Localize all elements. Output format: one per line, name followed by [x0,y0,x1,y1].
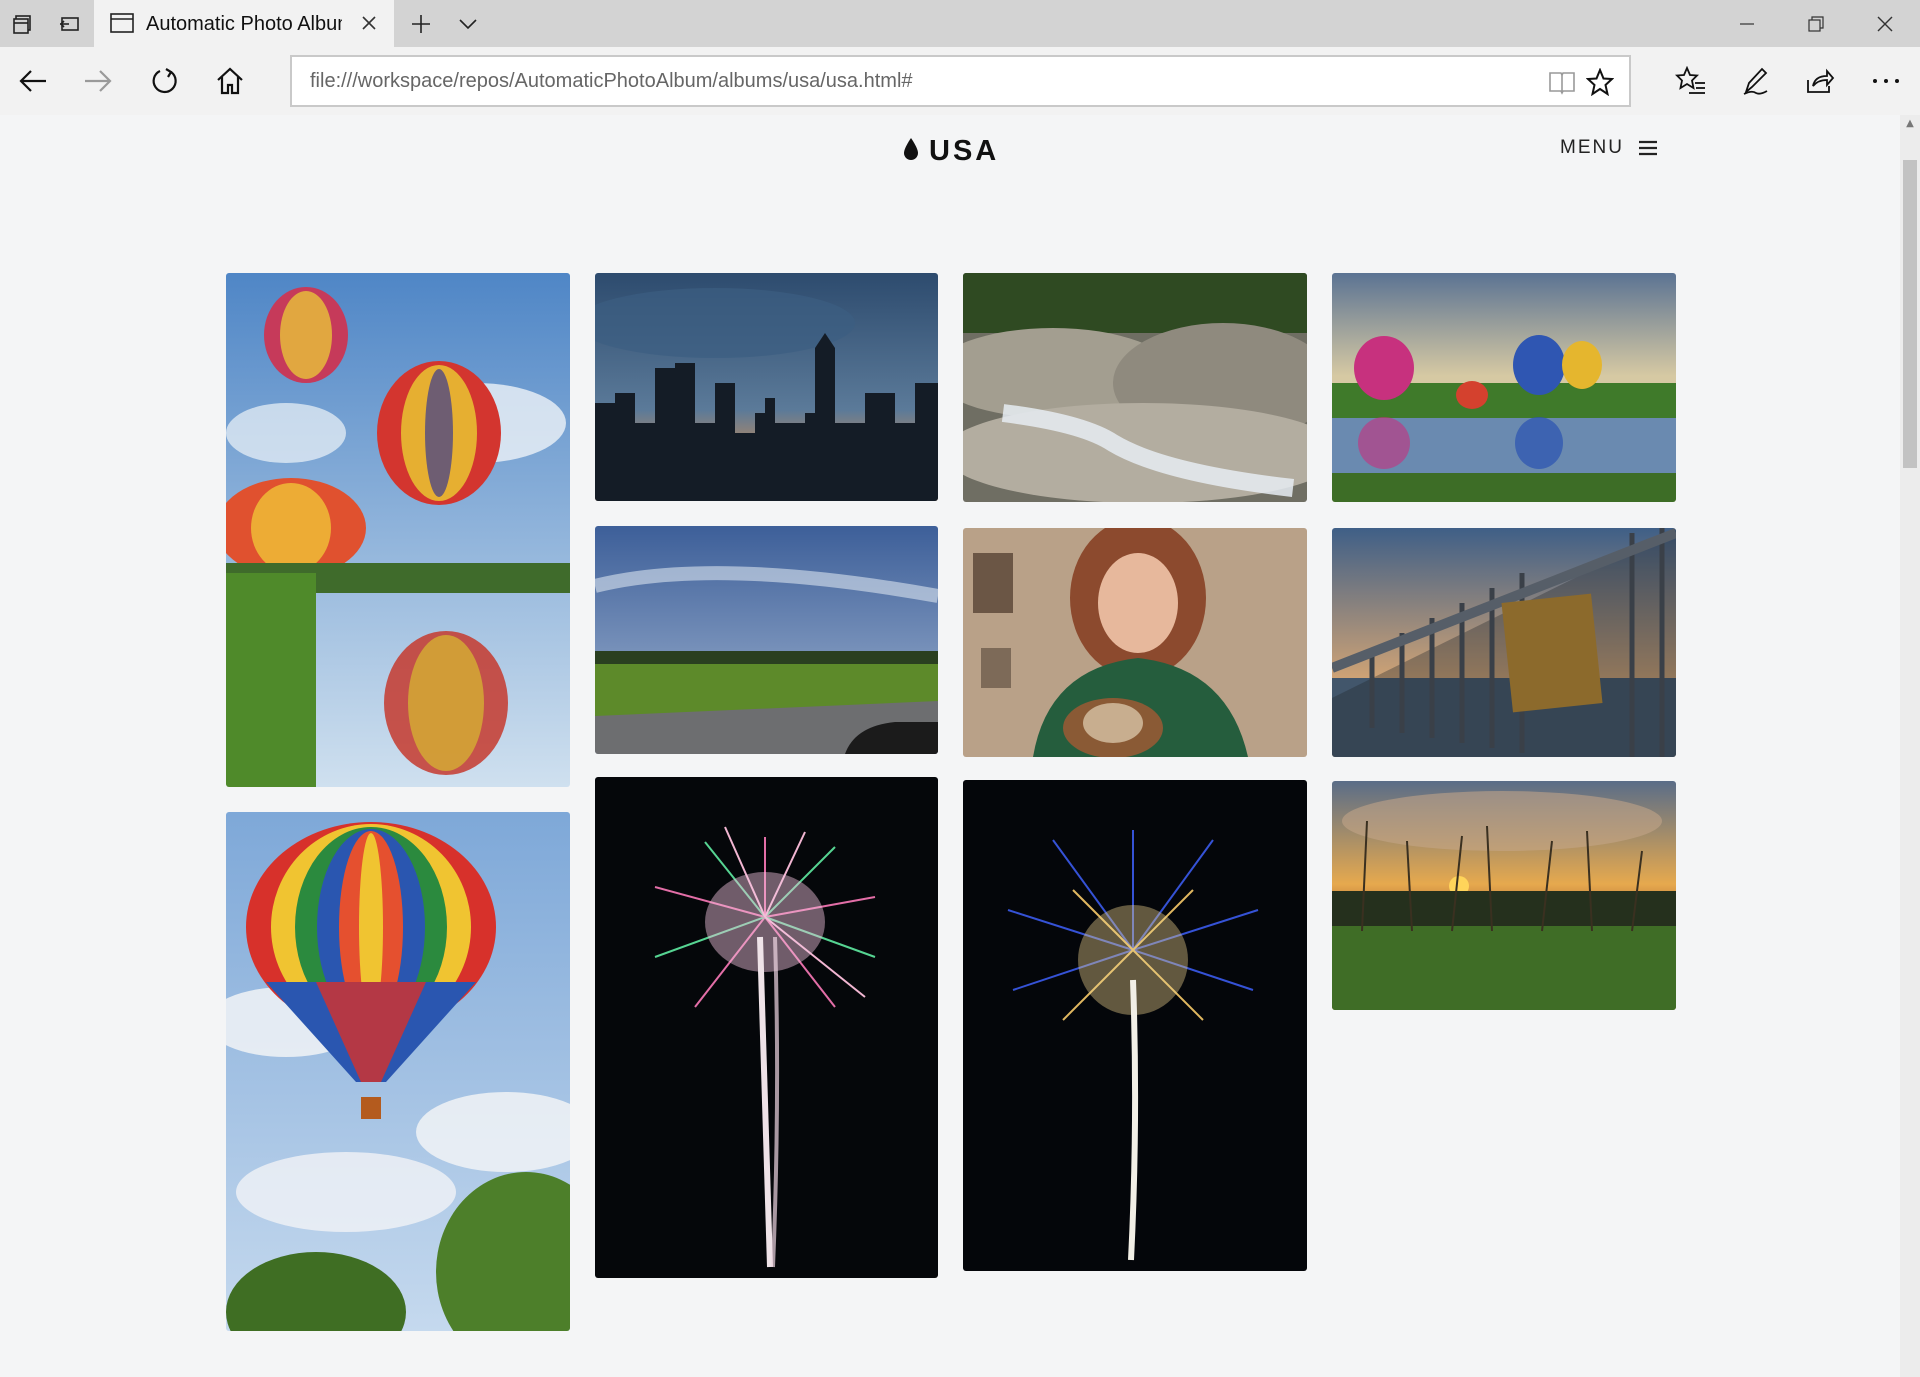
new-tab-icon[interactable] [407,10,435,38]
page-title: USA [929,134,1000,167]
tabs-aside-icon[interactable] [56,10,84,38]
tab-active[interactable]: Automatic Photo Album [94,0,394,47]
address-url[interactable]: file:///workspace/repos/AutomaticPhotoAl… [310,70,913,93]
browser-title-bar: Automatic Photo Album [0,0,1920,47]
photo-balloons-lake[interactable] [1332,273,1676,502]
favorite-star-icon[interactable] [1585,67,1615,97]
photo-pink-fireworks[interactable] [595,777,938,1278]
tab-title: Automatic Photo Album [146,13,342,35]
refresh-icon[interactable] [142,59,186,103]
share-icon[interactable] [1798,59,1842,103]
photo-balloons-reflection[interactable] [226,273,570,787]
restore-icon[interactable] [1793,8,1839,40]
close-window-icon[interactable] [1862,8,1908,40]
navigation-bar: file:///workspace/repos/AutomaticPhotoAl… [0,47,1920,115]
tab-set-aside-icon[interactable] [9,10,37,38]
page-icon [110,13,134,37]
scroll-thumb[interactable] [1903,160,1917,468]
address-bar[interactable]: file:///workspace/repos/AutomaticPhotoAl… [290,55,1631,107]
home-icon[interactable] [208,59,252,103]
photo-city-skyline[interactable] [595,273,938,501]
more-options-icon[interactable] [1864,59,1908,103]
minimize-icon[interactable] [1724,8,1770,40]
photo-blue-fireworks[interactable] [963,780,1307,1271]
menu-button[interactable]: MENU [1560,133,1658,163]
hamburger-icon [1638,140,1658,156]
photo-woman-deer-sweater[interactable] [963,528,1307,757]
close-tab-icon[interactable] [358,12,380,34]
menu-label: MENU [1560,137,1624,158]
forward-arrow-icon[interactable] [76,59,120,103]
reading-view-icon[interactable] [1547,67,1577,97]
chevron-down-icon[interactable] [454,10,482,38]
photo-stream-rocks[interactable] [963,273,1307,502]
photo-sunset-grass[interactable] [1332,781,1676,1010]
photo-green-field[interactable] [595,526,938,754]
scroll-up-icon[interactable]: ▲ [1904,118,1916,130]
back-arrow-icon[interactable] [11,59,55,103]
site-header[interactable]: USA [903,131,999,171]
photo-striped-balloon[interactable] [226,812,570,1331]
favorites-hub-icon[interactable] [1669,59,1713,103]
drop-logo-icon [903,137,919,165]
pen-icon[interactable] [1733,59,1777,103]
photo-bridge-railing[interactable] [1332,528,1676,757]
